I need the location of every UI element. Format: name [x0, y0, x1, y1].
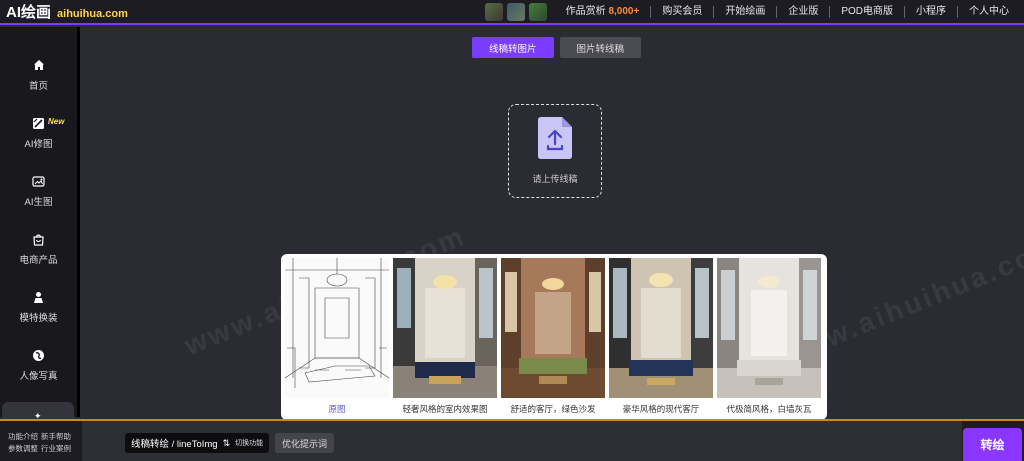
example-item[interactable]: 原图 [285, 258, 389, 416]
sidebar-item-model-outfit[interactable]: 模特换装 [0, 278, 77, 336]
example-caption: 轻奢风格的室内效果图 [402, 404, 488, 414]
bottom-bar: 功能介绍 新手帮助 参数调整 行业案例 线稿转绘 / lineToImg ⇅ 切换功… [0, 421, 1024, 461]
upload-file-icon [538, 117, 572, 164]
switch-icon: ⇅ [222, 437, 231, 448]
top-bar: AI绘画 aihuihua.com 作品赏析 8,000+ 购买会员 开始绘画 … [0, 0, 1024, 25]
example-item[interactable]: 豪华风格的现代客厅 [609, 258, 713, 416]
tab-line-to-image[interactable]: 线稿转图片 [472, 37, 554, 58]
example-caption: 代极简风格，白墙灰瓦 [726, 404, 812, 414]
mode-switch-label: 切换功能 [235, 440, 264, 447]
magic-edit-icon [32, 116, 46, 130]
example-item[interactable]: 代极简风格，白墙灰瓦 [717, 258, 821, 416]
example-render-image [393, 258, 497, 398]
help-link-features[interactable]: 功能介绍 [8, 432, 38, 441]
example-render-image [501, 258, 605, 398]
portrait-icon [32, 348, 46, 362]
upload-dropzone[interactable]: 请上传线稿 [508, 104, 602, 198]
example-caption: 原图 [328, 404, 346, 414]
mode-label: 线稿转绘 / lineToImg [131, 439, 218, 450]
optimize-prompt-button[interactable]: 优化提示词 [275, 433, 335, 453]
nav-start-drawing[interactable]: 开始绘画 [713, 5, 776, 18]
sidebar-item-label: AI修图 [24, 139, 53, 150]
home-icon [32, 58, 46, 72]
example-caption: 舒适的客厅，绿色沙发 [510, 404, 596, 414]
gallery-thumbnails[interactable] [484, 2, 547, 21]
sidebar: 首页 New AI修图 AI生图 电商产品 模特换装 人像写真 [0, 27, 80, 417]
help-link-beginner[interactable]: 新手帮助 [41, 432, 71, 441]
sidebar-item-label: 电商产品 [19, 255, 58, 266]
example-render-image [609, 258, 713, 398]
example-gallery: 原图 轻奢风格的室内效果图 舒适的客厅，绿色沙发 豪华风格的现代客厅 代极简风格… [281, 254, 827, 420]
sidebar-item-portrait[interactable]: 人像写真 [0, 336, 77, 394]
logo[interactable]: AI绘画 aihuihua.com [0, 1, 128, 22]
sidebar-item-label: 人像写真 [19, 371, 58, 382]
nav-mini-program[interactable]: 小程序 [904, 5, 957, 18]
example-item[interactable]: 轻奢风格的室内效果图 [393, 258, 497, 416]
gallery-label: 作品赏析 [565, 5, 606, 17]
gallery-thumbnail[interactable] [528, 2, 547, 21]
help-link-params[interactable]: 参数调整 [8, 444, 38, 453]
nav-user-center[interactable]: 个人中心 [957, 5, 1020, 18]
mode-tabs: 线稿转图片 图片转线稿 [472, 37, 642, 58]
gallery-thumbnail[interactable] [506, 2, 525, 21]
draw-button[interactable]: 转绘 [963, 428, 1022, 461]
new-badge: New [48, 117, 65, 126]
sidebar-item-label: AI生图 [24, 197, 53, 208]
gallery-thumbnail[interactable] [484, 2, 503, 21]
gallery-count: 8,000+ [608, 5, 640, 17]
sidebar-item-label: 模特换装 [19, 313, 58, 324]
gallery-link[interactable]: 作品赏析 8,000+ [555, 6, 651, 18]
logo-domain: aihuihua.com [57, 8, 128, 20]
tab-image-to-line[interactable]: 图片转线稿 [559, 37, 642, 58]
example-render-image [717, 258, 821, 398]
sidebar-item-ecommerce[interactable]: 电商产品 [0, 220, 77, 278]
sidebar-item-label: 首页 [28, 81, 48, 92]
nav-pod-ecommerce[interactable]: POD电商版 [829, 5, 904, 18]
upload-label: 请上传线稿 [532, 174, 578, 184]
sidebar-item-ai-generate[interactable]: AI生图 [0, 162, 77, 220]
nav-buy-membership[interactable]: 购买会员 [650, 5, 713, 18]
shopping-bag-icon [32, 232, 46, 246]
sidebar-item-ai-edit[interactable]: New AI修图 [0, 104, 77, 162]
sidebar-item-home[interactable]: 首页 [0, 46, 77, 104]
image-generate-icon [32, 174, 46, 188]
help-link-cases[interactable]: 行业案例 [41, 444, 71, 453]
example-caption: 豪华风格的现代客厅 [622, 404, 700, 414]
model-icon [32, 290, 46, 304]
example-sketch-image [285, 258, 389, 398]
example-item[interactable]: 舒适的客厅，绿色沙发 [501, 258, 605, 416]
mode-selector[interactable]: 线稿转绘 / lineToImg ⇅ 切换功能 [125, 433, 270, 453]
help-links: 功能介绍 新手帮助 参数调整 行业案例 [8, 431, 78, 455]
logo-text: AI绘画 [6, 4, 52, 21]
nav-enterprise[interactable]: 企业版 [776, 5, 829, 18]
